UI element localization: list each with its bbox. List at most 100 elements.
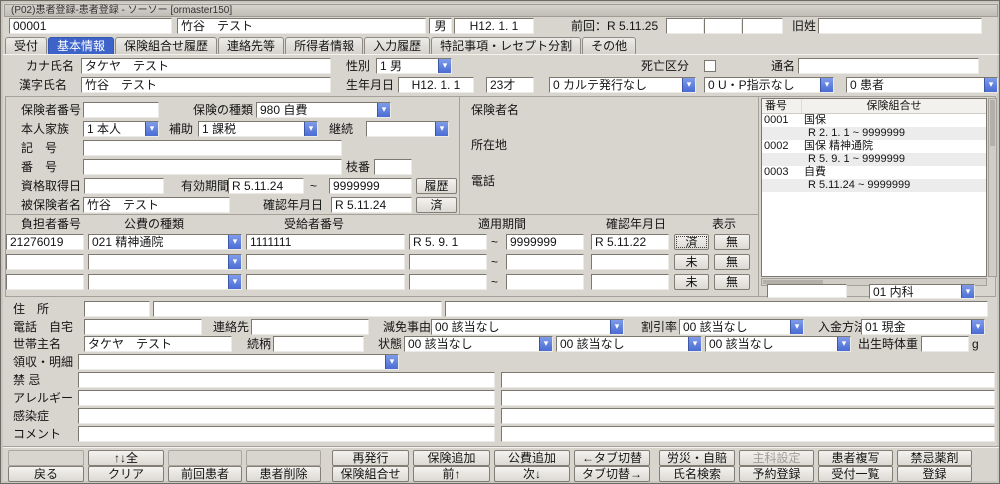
mini-field-3[interactable] (742, 18, 783, 34)
kana-name-field[interactable]: タケヤ テスト (81, 58, 331, 74)
insurer-number-field[interactable] (83, 102, 159, 118)
kohi-display-button[interactable]: 無 (714, 234, 750, 250)
karte-issue-select[interactable]: 0 カルテ発行なし▾ (549, 77, 696, 93)
exemption-select[interactable]: 00 該当なし▾ (431, 319, 624, 335)
scrollbar-thumb[interactable] (990, 100, 995, 146)
valid-from-field[interactable]: R 5.11.24 (228, 178, 304, 194)
add-insurance-button[interactable]: 保険追加 (413, 450, 490, 466)
address-field-1[interactable] (153, 301, 442, 317)
chevron-down-icon[interactable]: ▾ (682, 78, 695, 92)
tab-special-notes[interactable]: 特記事項・レセプト分割 (431, 37, 581, 54)
relation-select[interactable]: 1 本人▾ (83, 121, 159, 137)
payer-number-field[interactable] (6, 254, 84, 270)
receipt-detail-select[interactable]: ▾ (78, 354, 399, 370)
chevron-down-icon[interactable]: ▾ (304, 122, 317, 136)
tab-switch-right-button[interactable]: タブ切替→ (574, 466, 650, 482)
apply-to-field[interactable] (506, 274, 584, 290)
list-item[interactable]: R 2. 1. 1 ~ 9999999 (762, 127, 986, 140)
chevron-down-icon[interactable]: ▾ (984, 78, 997, 92)
department-select[interactable]: 01 内科▾ (869, 284, 975, 299)
insured-name-field[interactable]: 竹谷 テスト (83, 197, 230, 213)
recipient-number-field[interactable] (246, 274, 405, 290)
householder-field[interactable]: タケヤ テスト (84, 336, 232, 352)
allergy-field-1[interactable] (78, 390, 495, 406)
reissue-button[interactable]: 再発行 (332, 450, 409, 466)
kanji-name-field[interactable]: 竹谷 テスト (81, 77, 331, 93)
comment-field-1[interactable] (78, 426, 495, 442)
status-select-3[interactable]: 00 該当なし▾ (705, 336, 851, 352)
chevron-down-icon[interactable]: ▾ (961, 285, 974, 299)
tab-contacts[interactable]: 連絡先等 (218, 37, 284, 54)
list-item[interactable]: 0002国保 精神通院 (762, 140, 986, 153)
alias-field[interactable] (798, 58, 979, 74)
apply-from-field[interactable] (409, 274, 487, 290)
chevron-down-icon[interactable]: ▾ (610, 320, 623, 334)
chevron-down-icon[interactable]: ▾ (820, 78, 833, 92)
chevron-down-icon[interactable]: ▾ (377, 103, 390, 117)
tab-input-history[interactable]: 入力履歴 (364, 37, 430, 54)
discount-select[interactable]: 00 該当なし▾ (679, 319, 804, 335)
contact-field[interactable] (251, 319, 369, 335)
apply-to-field[interactable] (506, 254, 584, 270)
allergy-field-2[interactable] (501, 390, 995, 406)
prev-button[interactable]: 前↑ (413, 466, 490, 482)
confirm-date-field[interactable]: R 5.11.24 (331, 197, 412, 213)
subsidy-select[interactable]: 1 課税▾ (198, 121, 318, 137)
list-item[interactable]: 0003自費 (762, 166, 986, 179)
chevron-down-icon[interactable]: ▾ (228, 275, 241, 289)
contraindication-field-2[interactable] (501, 372, 995, 388)
chevron-down-icon[interactable]: ▾ (435, 122, 448, 136)
tab-switch-left-button[interactable]: ←タブ切替 (574, 450, 650, 466)
death-checkbox[interactable] (704, 60, 716, 72)
kohi-unconfirmed-button[interactable]: 未 (674, 254, 709, 270)
kohi-confirmed-button[interactable]: 済 (674, 234, 709, 250)
reception-list-button[interactable]: 受付一覧 (818, 466, 893, 482)
clear-button[interactable]: クリア (88, 466, 164, 482)
status-select-1[interactable]: 00 該当なし▾ (404, 336, 553, 352)
name-search-button[interactable]: 氏名検索 (659, 466, 735, 482)
chevron-down-icon[interactable]: ▾ (539, 337, 552, 351)
status-select-2[interactable]: 00 該当なし▾ (556, 336, 702, 352)
infection-field-2[interactable] (501, 408, 995, 424)
apply-from-field[interactable] (409, 254, 487, 270)
previous-patient-button[interactable]: 前回患者 (168, 466, 242, 482)
number-field[interactable] (83, 159, 342, 175)
insurance-type-select[interactable]: 980 自費▾ (256, 102, 391, 118)
symbol-field[interactable] (83, 140, 342, 156)
insurance-combination-button[interactable]: 保険組合せ (332, 466, 409, 482)
chevron-down-icon[interactable]: ▾ (837, 337, 850, 351)
branch-number-field[interactable] (374, 159, 412, 175)
chevron-down-icon[interactable]: ▾ (228, 255, 241, 269)
delete-patient-button[interactable]: 患者削除 (246, 466, 321, 482)
panel-vertical-scrollbar[interactable] (988, 98, 997, 277)
updown-all-button[interactable]: ↑↓全 (88, 450, 164, 466)
payment-method-select[interactable]: 01 現金▾ (861, 319, 985, 335)
chevron-down-icon[interactable]: ▾ (688, 337, 701, 351)
kohi-type-select[interactable]: ▾ (88, 274, 242, 290)
patient-type-select[interactable]: 0 患者▾ (846, 77, 998, 93)
history-button[interactable]: 履歴 (416, 178, 457, 194)
mini-field-2[interactable] (704, 18, 742, 34)
apply-from-field[interactable]: R 5. 9. 1 (409, 234, 487, 250)
tab-insurance-history[interactable]: 保険組合せ履歴 (115, 37, 217, 54)
home-phone-field[interactable] (84, 319, 202, 335)
reservation-button[interactable]: 予約登録 (739, 466, 814, 482)
recipient-number-field[interactable]: 1111111 (246, 234, 405, 250)
kohi-confirm-date-field[interactable] (591, 274, 669, 290)
tab-others[interactable]: その他 (582, 37, 636, 54)
kohi-type-select[interactable]: ▾ (88, 254, 242, 270)
kohi-type-select[interactable]: 021 精神通院▾ (88, 234, 242, 250)
kohi-confirm-date-field[interactable] (591, 254, 669, 270)
kohi-display-button[interactable]: 無 (714, 274, 750, 290)
add-kohi-button[interactable]: 公費追加 (494, 450, 570, 466)
contraindication-field-1[interactable] (78, 372, 495, 388)
tab-income-info[interactable]: 所得者情報 (285, 37, 363, 54)
birth-weight-field[interactable] (921, 336, 969, 352)
panel-number-field[interactable] (767, 284, 847, 298)
chevron-down-icon[interactable]: ▾ (790, 320, 803, 334)
birth-field[interactable]: H12. 1. 1 (398, 77, 474, 93)
sex-select[interactable]: 1 男▾ (376, 58, 452, 74)
apply-to-field[interactable]: 9999999 (506, 234, 584, 250)
comment-field-2[interactable] (501, 426, 995, 442)
chevron-down-icon[interactable]: ▾ (971, 320, 984, 334)
